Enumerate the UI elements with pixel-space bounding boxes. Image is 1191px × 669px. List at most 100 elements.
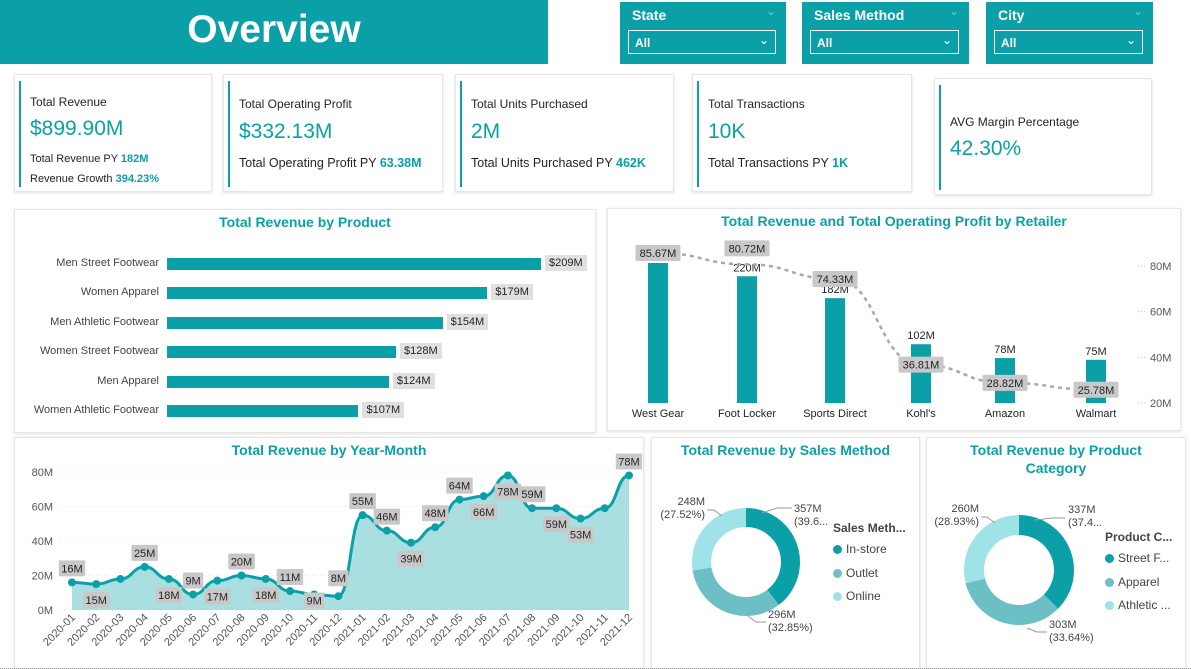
product-bar-row[interactable]: Women Apparel $179M [15,284,595,301]
y2-tick-label: 20M [1150,398,1171,410]
legend-dot [1105,578,1114,587]
product-bar-value-label: $179M [491,284,533,301]
revenue-point [382,526,391,535]
revenue-data-label-text: 15M [86,595,107,607]
product-bar-value-label: $128M [400,343,442,360]
revenue-data-label-text: 48M [425,508,446,520]
donut-value-label: 303M [1049,619,1077,631]
kpi-accent-bar [697,81,699,187]
product-bar-row[interactable]: Men Apparel $124M [15,372,595,389]
collapse-chevron-icon[interactable]: ⌄ [949,4,959,18]
kpi-value: 2M [471,120,501,143]
city-slicer[interactable]: City ⌄ All ⌄ [986,2,1153,64]
revenue-profit-by-retailer-panel: Total Revenue and Total Operating Profit… [607,208,1181,431]
chevron-down-icon[interactable]: ⌄ [1126,33,1136,47]
sales-method-slicer[interactable]: Sales Method ⌄ All ⌄ [802,2,969,64]
revenue-data-label-text: 55M [352,496,373,508]
revenue-data-label: 48M [422,505,449,522]
legend-item-in-store[interactable]: In-store [833,542,887,556]
revenue-data-label-text: 18M [158,590,179,602]
retailer-category-label: Kohl's [906,408,936,420]
donut-percent-label: (32.85%) [768,622,813,634]
retailer-revenue-label: 102M [907,330,935,342]
product-bar[interactable] [167,375,389,388]
legend-label: Online [846,589,881,603]
legend-item-athletic-footwear[interactable]: Athletic ... [1105,598,1171,612]
operating-profit-label: 28.82M [982,374,1028,391]
kpi-sub-value: 462K [616,156,646,170]
product-bar[interactable] [167,346,397,359]
revenue-data-label-text: 16M [61,563,82,575]
operating-profit-label-text: 28.82M [987,378,1024,390]
kpi-sub-line: Total Transactions PY 1K [708,156,848,170]
donut-value-label: 296M [768,609,796,621]
revenue-data-label: 53M [567,526,594,543]
state-dropdown[interactable]: All ⌄ [628,30,776,54]
operating-profit-label-text: 36.81M [903,360,940,372]
kpi-card-avg-margin: AVG Margin Percentage 42.30% [934,78,1152,195]
retailer-category-label: Walmart [1076,408,1117,420]
state-slicer[interactable]: State ⌄ All ⌄ [620,2,786,64]
chevron-down-icon[interactable]: ⌄ [759,33,769,47]
revenue-point [189,590,198,599]
product-bar[interactable] [167,316,443,329]
revenue-data-label: 16M [58,560,86,577]
legend-label: In-store [846,542,887,556]
revenue-data-label-text: 17M [207,592,228,604]
revenue-data-label-text: 78M [497,486,518,498]
title-banner: Overview [0,0,548,64]
revenue-point [455,495,464,504]
donut-value-label: 357M [794,503,822,515]
kpi-value: $899.90M [30,117,124,140]
revenue-data-label: 59M [518,486,546,503]
collapse-chevron-icon[interactable]: ⌄ [1133,4,1143,18]
retailer-category-label: Sports Direct [803,408,867,420]
revenue-point [92,580,101,589]
revenue-point [213,576,222,585]
y-tick-label: 20M [32,571,53,583]
product-bar[interactable] [167,258,541,270]
donut-percent-label: (39.6... [794,516,828,528]
donut-percent-label: (33.64%) [1049,632,1094,644]
y2-tick-label: 40M [1150,352,1171,364]
kpi-card-units-purchased: Total Units Purchased 2M Total Units Pur… [455,74,674,192]
revenue-data-label-text: 46M [376,512,397,524]
revenue-point [285,587,294,596]
legend-item-outlet[interactable]: Outlet [833,566,878,580]
product-bar-row[interactable]: Women Street Footwear $128M [15,343,595,360]
sales-method-slicer-label: Sales Method [814,7,905,23]
donut-leader-line [747,615,766,623]
page-title: Overview [187,8,361,51]
y-tick-label: 40M [32,536,53,548]
revenue-data-label: 59M [543,516,570,533]
revenue-point [576,514,585,523]
city-value: All [1001,36,1017,50]
kpi-sub-label: Total Units Purchased PY [471,156,613,170]
legend-item-street-footwear[interactable]: Street F... [1105,551,1169,565]
kpi-value: $332.13M [239,120,333,143]
product-bar-row[interactable]: Women Athletic Footwear $107M [15,402,595,418]
y-tick-label: 0M [38,605,53,617]
revenue-data-label: 8M [328,570,349,587]
revenue-data-label: 20M [228,553,255,570]
revenue-data-label: 46M [373,508,401,525]
legend-dot [833,592,842,601]
chevron-down-icon[interactable]: ⌄ [942,33,952,47]
product-bar[interactable] [167,287,488,300]
product-bar-row[interactable]: Men Street Footwear $209M [15,255,595,271]
legend-item-apparel[interactable]: Apparel [1105,575,1159,589]
operating-profit-label: 85.67M [635,245,681,262]
product-bar[interactable] [167,405,359,417]
revenue-point [600,504,609,513]
product-bar-value-label: $154M [446,313,489,330]
revenue-data-label-text: 18M [255,590,276,602]
product-bar-row[interactable]: Men Athletic Footwear $154M [15,313,595,330]
legend-item-online[interactable]: Online [833,589,881,603]
product-bar-label: Men Apparel [97,374,159,387]
donut-leader-line [1034,517,1065,521]
product-bar-label: Women Street Footwear [39,345,159,358]
collapse-chevron-icon[interactable]: ⌄ [766,4,776,18]
sales-method-dropdown[interactable]: All ⌄ [810,30,959,54]
city-dropdown[interactable]: All ⌄ [994,30,1143,54]
revenue-data-label: 78M [494,483,522,500]
